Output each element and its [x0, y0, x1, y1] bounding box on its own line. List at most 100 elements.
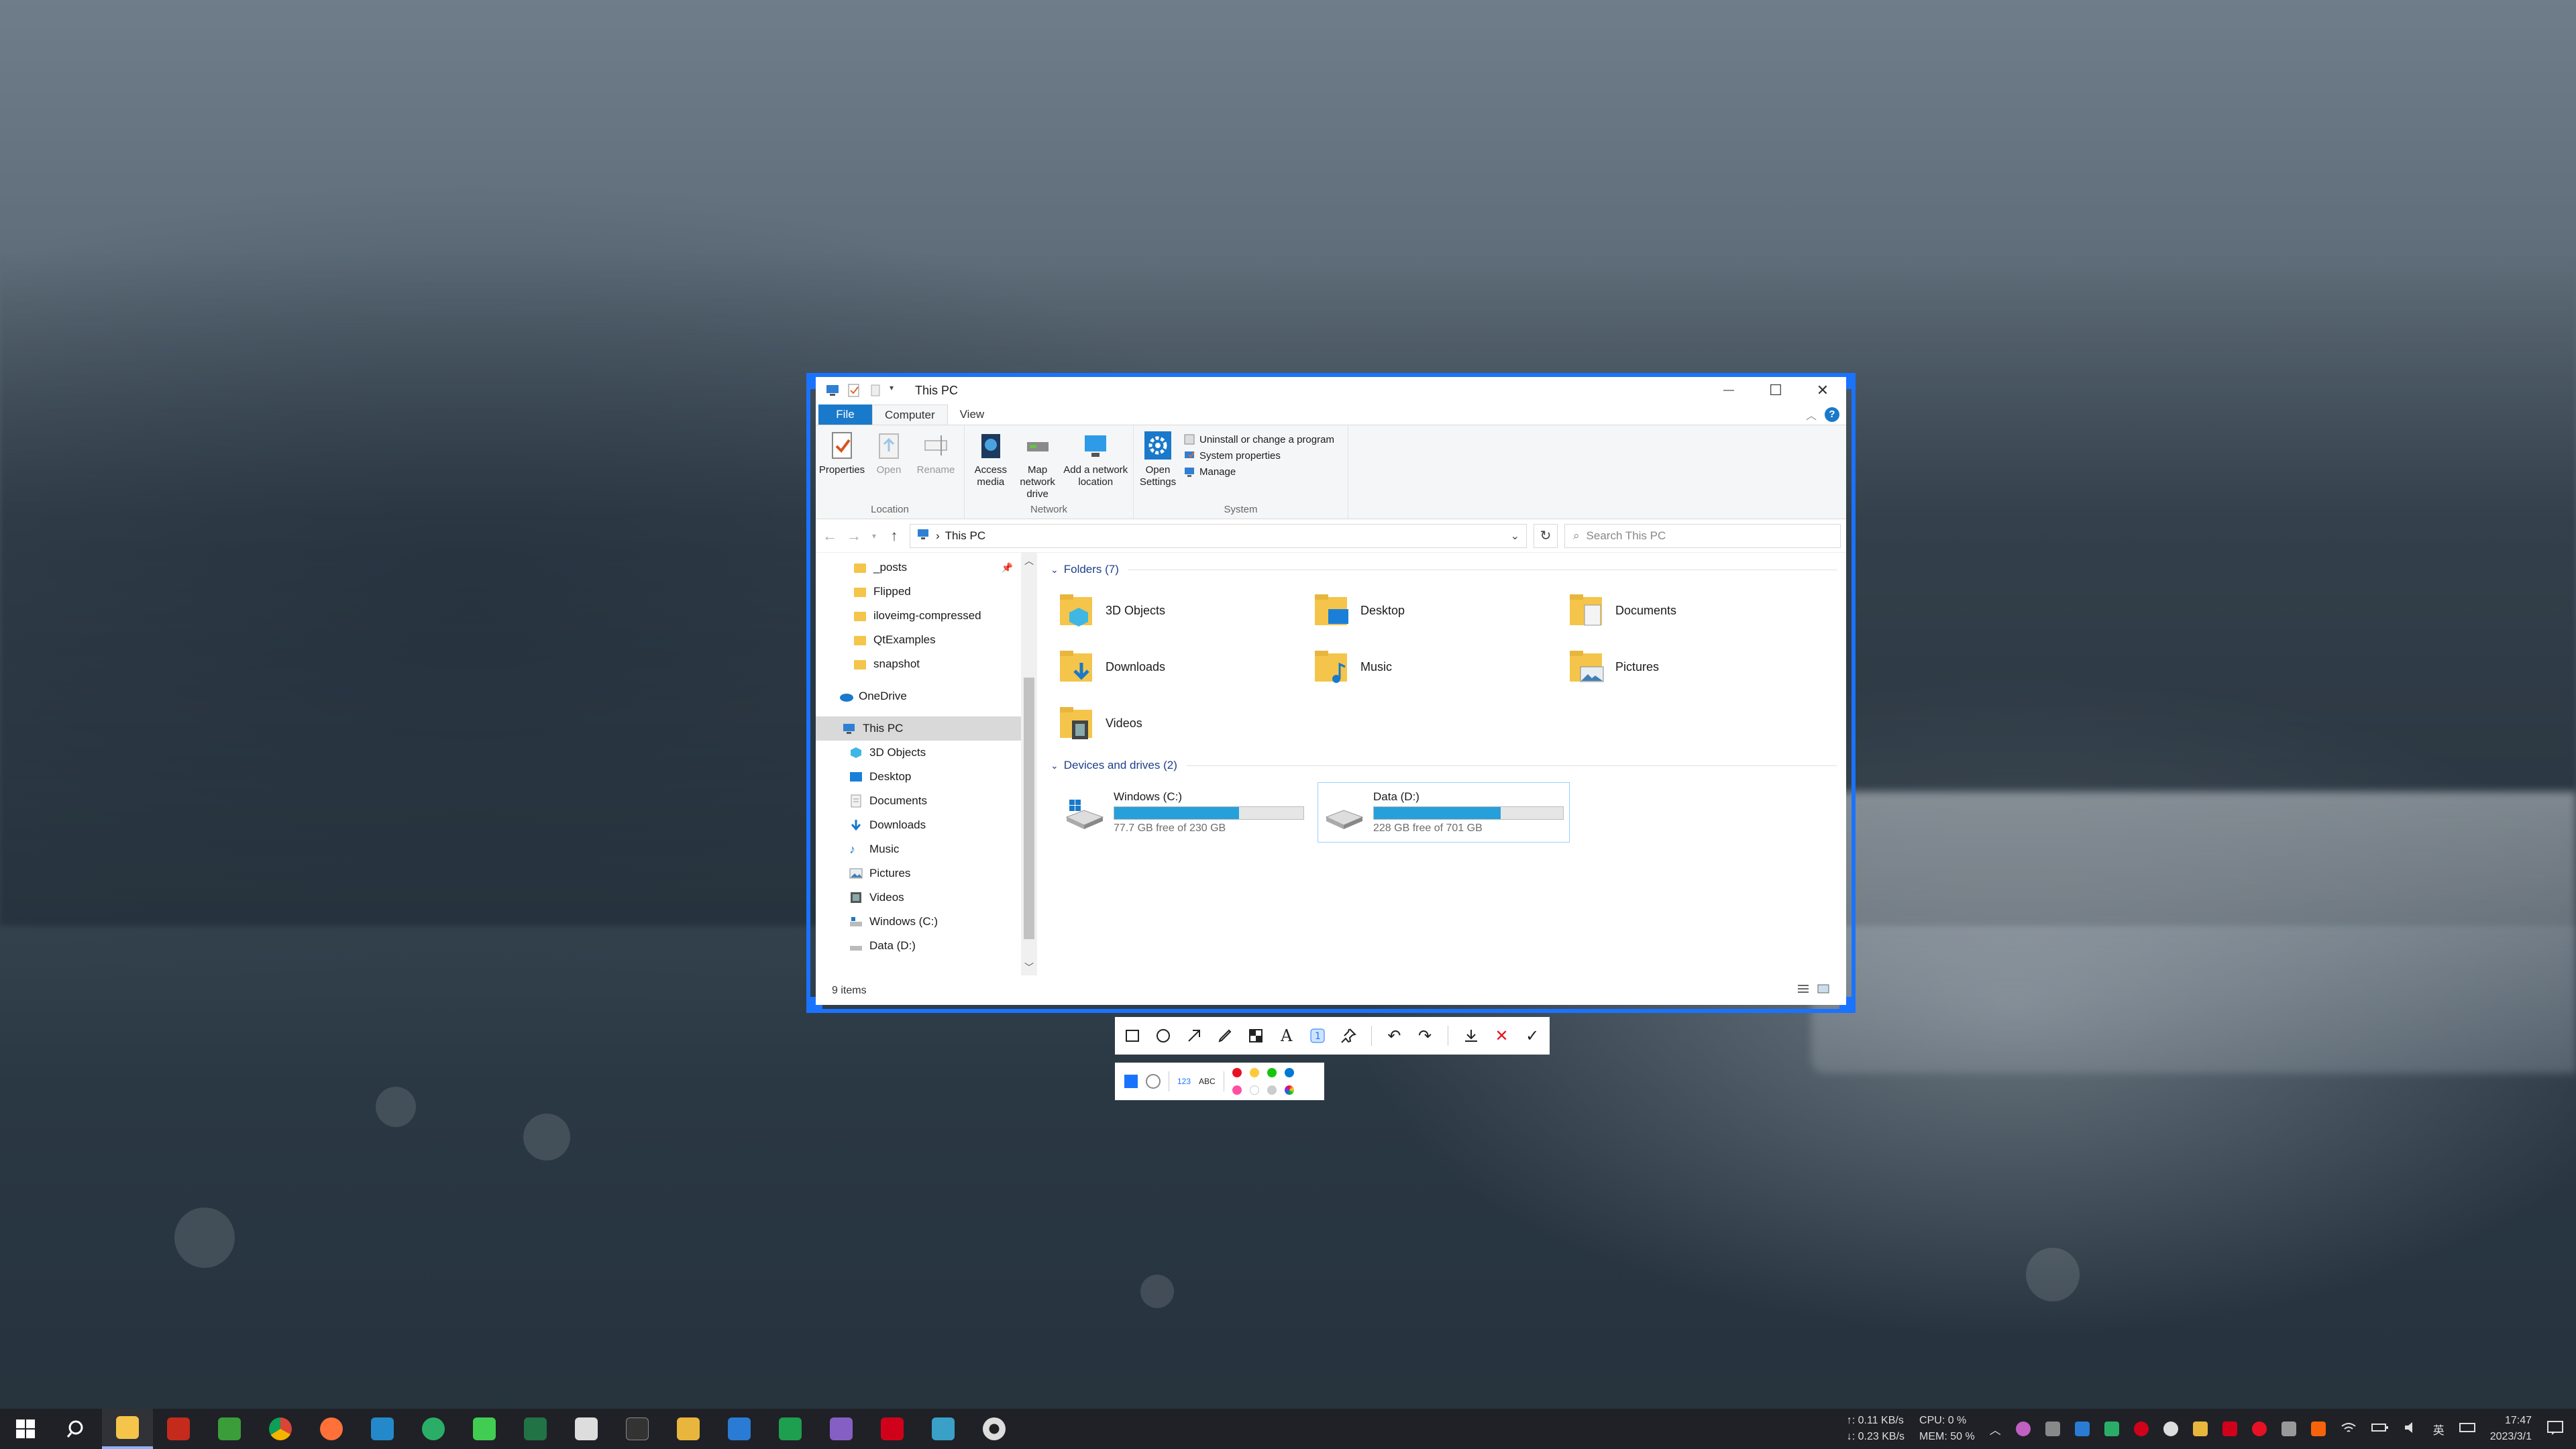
sidebar-item-iloveimg[interactable]: iloveimg-compressed — [816, 604, 1037, 628]
number-style-option[interactable]: 123 — [1177, 1077, 1191, 1086]
sidebar-item-3d-objects[interactable]: 3D Objects — [816, 741, 1037, 765]
folder-desktop[interactable]: Desktop — [1313, 582, 1568, 639]
up-arrow-icon[interactable]: ↑ — [885, 527, 903, 545]
wifi-icon[interactable] — [2341, 1421, 2357, 1438]
sidebar-item-documents[interactable]: Documents — [816, 789, 1037, 813]
sidebar-item-videos[interactable]: Videos — [816, 885, 1037, 910]
add-network-location-button[interactable]: Add a network location — [1062, 429, 1129, 504]
folder-documents[interactable]: Documents — [1568, 582, 1823, 639]
sidebar-item-music[interactable]: ♪ Music — [816, 837, 1037, 861]
chevron-down-icon[interactable]: ⌄ — [1511, 529, 1519, 543]
arrow-icon[interactable] — [1186, 1027, 1202, 1044]
tray-app-icon[interactable] — [2045, 1421, 2060, 1436]
app-icon[interactable] — [867, 1409, 918, 1449]
recent-locations-chevron-icon[interactable]: ▾ — [869, 531, 879, 541]
vscode-icon[interactable] — [357, 1409, 408, 1449]
scroll-down-icon[interactable]: ﹀ — [1021, 961, 1037, 974]
ime-indicator[interactable]: 英 — [2433, 1421, 2445, 1438]
collapse-ribbon-icon[interactable]: ︿ — [1806, 407, 1817, 423]
color-swatch[interactable] — [1249, 1068, 1259, 1077]
app-icon[interactable] — [765, 1409, 816, 1449]
app-icon[interactable] — [153, 1409, 204, 1449]
keyboard-icon[interactable] — [2459, 1421, 2475, 1437]
map-network-drive-button[interactable]: Map network drive — [1016, 429, 1060, 504]
folder-videos[interactable]: Videos — [1059, 695, 1313, 751]
tray-app-icon[interactable] — [2163, 1421, 2178, 1436]
start-button[interactable] — [0, 1409, 51, 1449]
clock[interactable]: 17:47 2023/3/1 — [2490, 1413, 2532, 1445]
ellipse-icon[interactable] — [1155, 1027, 1171, 1044]
title-bar[interactable]: ▾ This PC — ☐ ✕ — [816, 377, 1846, 404]
navigation-pane-scrollbar[interactable]: ︿ ﹀ — [1021, 553, 1037, 975]
forward-arrow-icon[interactable]: → — [845, 527, 863, 545]
folder-3d-objects[interactable]: 3D Objects — [1059, 582, 1313, 639]
mosaic-icon[interactable] — [1248, 1027, 1264, 1044]
chrome-icon[interactable] — [255, 1409, 306, 1449]
uninstall-program-button[interactable]: Uninstall or change a program — [1183, 433, 1334, 445]
firefox-icon[interactable] — [306, 1409, 357, 1449]
search-input[interactable]: ⌕ Search This PC — [1564, 523, 1841, 548]
serial-number-icon[interactable]: 1 — [1309, 1027, 1326, 1044]
pin-icon[interactable] — [1340, 1027, 1356, 1044]
search-icon[interactable] — [51, 1409, 102, 1449]
color-swatch[interactable] — [1249, 1085, 1259, 1095]
tray-app-icon[interactable] — [2133, 1421, 2149, 1436]
rename-button[interactable]: Rename — [914, 429, 958, 504]
color-swatch[interactable] — [1284, 1068, 1294, 1077]
tab-view[interactable]: View — [948, 405, 997, 425]
sidebar-item-onedrive[interactable]: OneDrive — [816, 684, 1037, 708]
qt-creator-icon[interactable] — [459, 1409, 510, 1449]
text-icon[interactable]: A — [1279, 1026, 1295, 1045]
manage-button[interactable]: Manage — [1183, 466, 1334, 478]
refresh-button[interactable]: ↻ — [1534, 523, 1558, 548]
pin-icon[interactable]: 📌 — [1002, 562, 1013, 574]
settings-gear-icon[interactable] — [969, 1409, 1020, 1449]
app-icon[interactable] — [204, 1409, 255, 1449]
drives-section-header[interactable]: ⌄ Devices and drives (2) — [1051, 755, 1837, 775]
sidebar-item-this-pc[interactable]: This PC — [816, 716, 1037, 741]
properties-quick-icon[interactable] — [847, 383, 861, 398]
tray-app-icon[interactable] — [2222, 1421, 2237, 1436]
tray-app-icon[interactable] — [2104, 1421, 2119, 1436]
sidebar-item-data-d[interactable]: Data (D:) — [816, 934, 1037, 958]
back-arrow-icon[interactable]: ← — [821, 527, 839, 545]
sidebar-item-posts[interactable]: _posts 📌 — [816, 555, 1037, 580]
typora-icon[interactable] — [561, 1409, 612, 1449]
redo-icon[interactable]: ↷ — [1417, 1027, 1433, 1045]
new-folder-quick-icon[interactable] — [868, 383, 883, 398]
color-swatch[interactable] — [1232, 1085, 1242, 1095]
battery-icon[interactable] — [2371, 1422, 2389, 1436]
properties-button[interactable]: Properties — [819, 429, 865, 504]
color-swatch[interactable] — [1284, 1085, 1294, 1095]
scrollbar-thumb[interactable] — [1024, 678, 1034, 939]
open-settings-button[interactable]: Open Settings — [1138, 429, 1178, 504]
chevron-down-icon[interactable]: ▾ — [890, 383, 899, 398]
scroll-up-icon[interactable]: ︿ — [1021, 554, 1037, 568]
minimize-button[interactable]: — — [1705, 377, 1752, 404]
address-bar[interactable]: › This PC ⌄ — [910, 523, 1527, 548]
sidebar-item-desktop[interactable]: Desktop — [816, 765, 1037, 789]
help-icon[interactable]: ? — [1825, 407, 1839, 422]
drive-data-d[interactable]: Data (D:) 228 GB free of 701 GB — [1318, 782, 1570, 843]
terminal-icon[interactable] — [612, 1409, 663, 1449]
access-media-button[interactable]: Access media — [969, 429, 1013, 504]
app-icon[interactable] — [663, 1409, 714, 1449]
file-explorer-taskbar-icon[interactable] — [102, 1409, 153, 1449]
cancel-icon[interactable]: ✕ — [1494, 1027, 1510, 1045]
color-swatch[interactable] — [1267, 1068, 1277, 1077]
folder-music[interactable]: Music — [1313, 639, 1568, 695]
close-button[interactable]: ✕ — [1799, 377, 1846, 404]
folder-pictures[interactable]: Pictures — [1568, 639, 1823, 695]
system-properties-button[interactable]: System properties — [1183, 449, 1334, 462]
undo-icon[interactable]: ↶ — [1387, 1027, 1403, 1045]
maximize-button[interactable]: ☐ — [1752, 377, 1799, 404]
app-icon[interactable] — [918, 1409, 969, 1449]
app-icon[interactable] — [510, 1409, 561, 1449]
app-icon[interactable] — [714, 1409, 765, 1449]
visual-studio-icon[interactable] — [816, 1409, 867, 1449]
sidebar-item-qtexamples[interactable]: QtExamples — [816, 628, 1037, 652]
sidebar-item-downloads[interactable]: Downloads — [816, 813, 1037, 837]
tray-app-icon[interactable] — [2192, 1421, 2208, 1436]
chevron-down-icon[interactable]: ⌄ — [1051, 564, 1059, 576]
large-icons-view-icon[interactable] — [1817, 983, 1830, 998]
